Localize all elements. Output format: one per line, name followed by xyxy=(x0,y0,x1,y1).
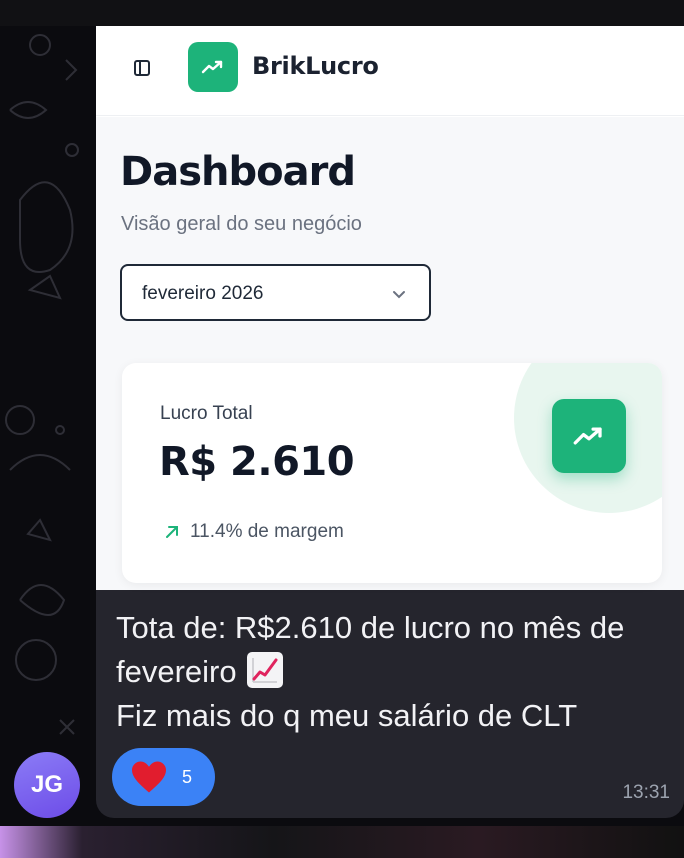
app-header: BrikLucro xyxy=(96,26,684,116)
message-line: Tota de: R$2.610 de lucro no mês de xyxy=(116,610,625,645)
month-select-value: fevereiro 2026 xyxy=(142,283,264,304)
avatar[interactable]: JG xyxy=(14,752,80,818)
doodle-pattern xyxy=(5,34,79,735)
profit-margin: 11.4% de margem xyxy=(164,521,344,543)
message-line: fevereiro xyxy=(116,650,676,694)
message-text: Tota de: R$2.610 de lucro no mês de feve… xyxy=(116,606,676,738)
screenshot-image: BrikLucro Dashboard Visão geral do seu n… xyxy=(96,26,684,590)
profit-card: Lucro Total R$ 2.610 11.4% de margem xyxy=(122,363,662,583)
profit-badge xyxy=(552,399,626,473)
profit-label: Lucro Total xyxy=(160,403,253,424)
profit-value: R$ 2.610 xyxy=(159,439,355,485)
page-subtitle: Visão geral do seu negócio xyxy=(121,213,362,235)
trending-up-icon xyxy=(573,427,602,445)
message-line-text: fevereiro xyxy=(116,654,237,689)
page-title: Dashboard xyxy=(120,149,356,195)
sidebar-toggle-icon[interactable] xyxy=(132,58,152,78)
chat-wallpaper xyxy=(0,0,96,858)
reaction-count: 5 xyxy=(182,766,193,787)
logo-icon xyxy=(188,42,238,92)
heart-icon xyxy=(132,761,166,793)
top-strip xyxy=(0,0,684,26)
reaction-pill[interactable]: 5 xyxy=(112,748,215,806)
message-bubble[interactable]: BrikLucro Dashboard Visão geral do seu n… xyxy=(96,26,684,818)
chevron-down-icon xyxy=(393,291,405,299)
message-timestamp: 13:31 xyxy=(622,782,670,803)
trending-up-icon xyxy=(201,60,223,74)
chart-increasing-emoji-icon xyxy=(246,652,283,688)
month-select[interactable]: fevereiro 2026 xyxy=(120,264,431,321)
dashboard-content: Dashboard Visão geral do seu negócio fev… xyxy=(96,117,684,590)
brand-name: BrikLucro xyxy=(252,52,379,80)
arrow-up-right-icon xyxy=(166,526,178,538)
message-line: Fiz mais do q meu salário de CLT xyxy=(116,698,578,733)
bottom-strip xyxy=(0,826,684,858)
margin-text: 11.4% de margem xyxy=(190,521,344,542)
